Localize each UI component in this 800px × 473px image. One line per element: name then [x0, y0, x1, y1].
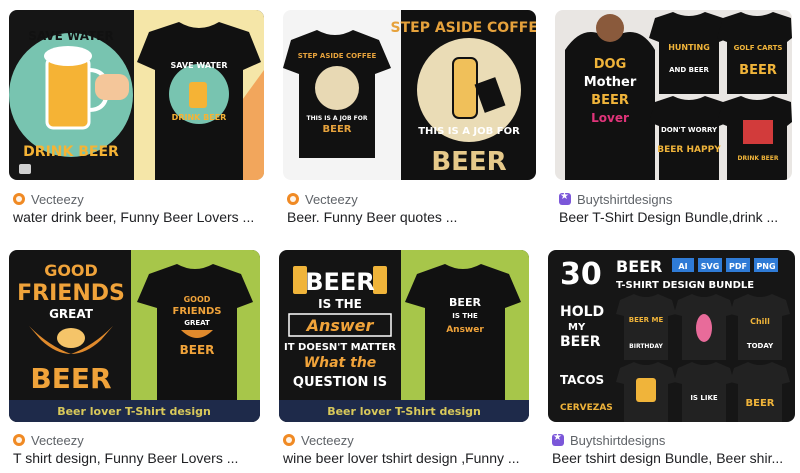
- art-text: GOOD: [184, 295, 211, 304]
- art-text: BEER: [739, 63, 777, 78]
- vecteezy-favicon-icon: [13, 434, 25, 446]
- art-text: BEER HAPPY: [657, 145, 721, 155]
- art-text: Mother: [584, 75, 637, 90]
- art-text: GOOD: [44, 261, 98, 280]
- art-banner: Beer lover T-Shirt design: [327, 405, 481, 418]
- result-thumbnail[interactable]: 30 BEER T-SHIRT DESIGN BUNDLE AI SVG PDF…: [548, 250, 795, 422]
- result-source[interactable]: Vecteezy: [13, 190, 84, 208]
- result-thumbnail[interactable]: DOG Mother BEER Lover HUNTING AND BEER G…: [555, 10, 792, 180]
- art-text: FRIENDS: [173, 306, 222, 317]
- art-text: 30: [560, 257, 602, 292]
- thumbnail-art: STEP ASIDE COFFEE THIS IS A JOB FOR BEER…: [283, 10, 536, 180]
- art-text: SAVE WATER: [28, 29, 113, 43]
- art-text: STEP ASIDE COFFEE: [298, 52, 377, 60]
- result-title[interactable]: T shirt design, Funny Beer Lovers ...: [13, 450, 261, 466]
- art-text: BEER: [616, 257, 662, 276]
- result-thumbnail[interactable]: SAVE WATER DRINK BEER SAVE WATER DRINK B…: [9, 10, 264, 180]
- art-text: Chill: [750, 317, 770, 326]
- art-text: BEER: [560, 334, 601, 350]
- art-text: BEER: [746, 398, 775, 409]
- art-text: DRINK BEER: [172, 113, 227, 122]
- result-thumbnail[interactable]: BEER IS THE Answer BEER IS THE Answer IT…: [279, 250, 529, 422]
- art-text: CERVEZAS: [560, 403, 613, 413]
- result-title[interactable]: Beer T-Shirt Design Bundle,drink ...: [559, 209, 791, 225]
- art-text: BEER: [305, 268, 375, 296]
- vecteezy-favicon-icon: [287, 193, 299, 205]
- art-text: DRINK BEER: [23, 144, 119, 160]
- art-text: IS THE: [452, 312, 478, 320]
- art-text: BEER: [431, 147, 506, 177]
- source-name[interactable]: Buytshirtdesigns: [577, 192, 672, 207]
- art-text: DON'T WORRY: [661, 126, 718, 134]
- vecteezy-favicon-icon: [283, 434, 295, 446]
- art-text: THIS IS A JOB FOR: [418, 126, 520, 137]
- art-text: TACOS: [560, 373, 604, 387]
- result-title[interactable]: wine beer lover tshirt design ,Funny ...: [283, 450, 531, 466]
- art-text: DRINK BEER: [738, 155, 779, 162]
- thumbnail-art: GOOD FRIENDS GREAT BEER GOOD FRIENDS GRE…: [9, 250, 260, 422]
- art-text: BEER ME: [629, 316, 664, 324]
- result-source[interactable]: Buytshirtdesigns: [559, 190, 672, 208]
- art-text: Answer: [305, 316, 375, 335]
- art-text: IS LIKE: [690, 394, 718, 402]
- source-name[interactable]: Vecteezy: [305, 192, 358, 207]
- result-thumbnail[interactable]: GOOD FRIENDS GREAT BEER GOOD FRIENDS GRE…: [9, 250, 260, 422]
- art-text: PNG: [756, 262, 775, 271]
- art-text: TODAY: [747, 342, 774, 350]
- art-text: STEP ASIDE COFFEE: [391, 20, 536, 36]
- result-source[interactable]: Vecteezy: [287, 190, 358, 208]
- art-text: BEER: [449, 296, 481, 309]
- art-text: BEER: [323, 124, 352, 135]
- art-text: DOG: [594, 57, 627, 72]
- art-text: SAVE WATER: [171, 61, 228, 70]
- art-text: AND BEER: [669, 66, 709, 74]
- result-thumbnail[interactable]: STEP ASIDE COFFEE THIS IS A JOB FOR BEER…: [283, 10, 536, 180]
- art-text: Answer: [446, 325, 484, 335]
- result-title[interactable]: Beer tshirt design Bundle, Beer shir...: [552, 450, 792, 466]
- image-icon: [19, 164, 31, 174]
- art-text: BEER: [30, 362, 111, 395]
- art-text: QUESTION IS: [293, 375, 387, 390]
- art-text: IT DOESN'T MATTER: [284, 342, 396, 353]
- source-name[interactable]: Vecteezy: [31, 192, 84, 207]
- thumbnail-art: 30 BEER T-SHIRT DESIGN BUNDLE AI SVG PDF…: [548, 250, 795, 422]
- thumbnail-art: SAVE WATER DRINK BEER SAVE WATER DRINK B…: [9, 10, 264, 180]
- art-text: GREAT: [49, 307, 94, 321]
- result-title[interactable]: water drink beer, Funny Beer Lovers ...: [13, 209, 263, 225]
- art-banner: Beer lover T-Shirt design: [57, 405, 211, 418]
- result-source[interactable]: Vecteezy: [283, 431, 354, 449]
- source-name[interactable]: Vecteezy: [31, 433, 84, 448]
- buytshirtdesigns-favicon-icon: [552, 432, 564, 446]
- art-text: GOLF CARTS: [734, 44, 783, 52]
- art-text: PDF: [729, 262, 747, 271]
- art-text: MY: [568, 322, 586, 333]
- source-name[interactable]: Vecteezy: [301, 433, 354, 448]
- vecteezy-favicon-icon: [13, 193, 25, 205]
- art-text: BEER: [180, 343, 215, 357]
- art-text: AI: [678, 262, 687, 271]
- art-text: SVG: [701, 262, 720, 271]
- art-text: FRIENDS: [17, 281, 125, 306]
- art-text: BEER: [591, 93, 629, 108]
- art-text: HOLD: [560, 304, 604, 320]
- result-title[interactable]: Beer. Funny Beer quotes ...: [287, 209, 537, 225]
- buytshirtdesigns-favicon-icon: [559, 191, 571, 205]
- source-name[interactable]: Buytshirtdesigns: [570, 433, 665, 448]
- art-text: Lover: [591, 111, 629, 125]
- art-text: BIRTHDAY: [629, 343, 663, 350]
- thumbnail-art: DOG Mother BEER Lover HUNTING AND BEER G…: [555, 10, 792, 180]
- result-source[interactable]: Vecteezy: [13, 431, 84, 449]
- art-text: HUNTING: [668, 43, 710, 52]
- thumbnail-art: BEER IS THE Answer BEER IS THE Answer IT…: [279, 250, 529, 422]
- art-text: What the: [304, 355, 377, 371]
- art-text: GREAT: [184, 319, 210, 327]
- art-text: IS THE: [318, 297, 362, 311]
- art-text: T-SHIRT DESIGN BUNDLE: [616, 280, 754, 291]
- art-text: THIS IS A JOB FOR: [307, 115, 368, 122]
- result-source[interactable]: Buytshirtdesigns: [552, 431, 665, 449]
